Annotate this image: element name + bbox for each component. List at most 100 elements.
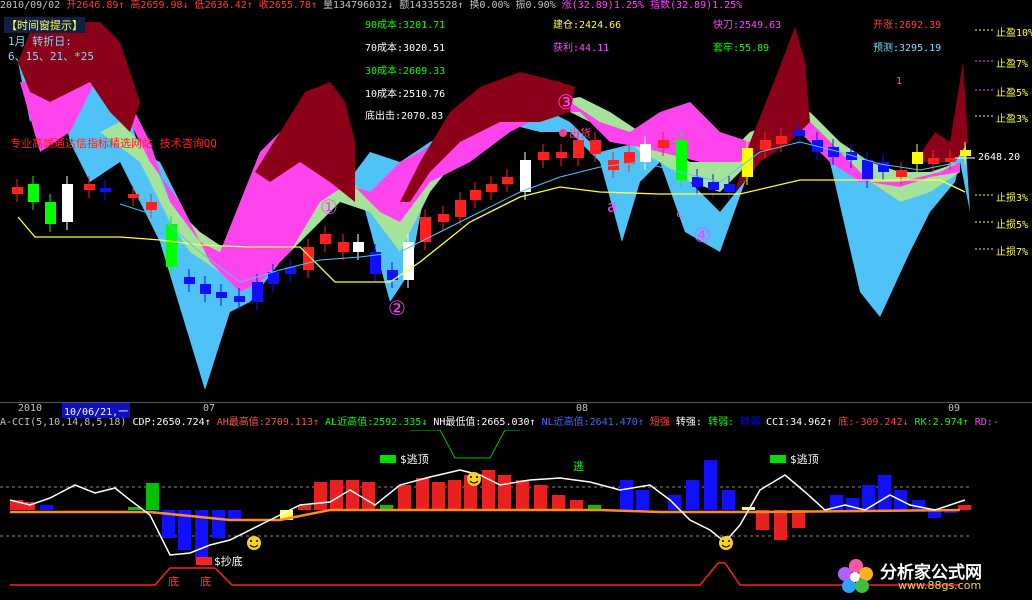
cci-bar	[212, 510, 225, 538]
indicator-field-10: CCI:34.962↑	[766, 417, 839, 428]
huoli-value: 获利:44.11	[553, 43, 610, 54]
candle-body	[538, 152, 549, 160]
candle-body	[760, 140, 771, 150]
indicator-field-9: 转弱	[740, 417, 767, 428]
cci-bar	[862, 485, 875, 510]
candle-body	[320, 234, 331, 244]
wave-label-c: c	[676, 209, 682, 220]
stop-loss-7: 止损7%	[996, 247, 1029, 258]
copy-bottom-marker	[196, 557, 212, 565]
candle-body	[268, 272, 279, 284]
site-logo: 分析家公式网 www.88gs.com	[834, 556, 1024, 596]
candle-body	[590, 140, 601, 154]
logo-url[interactable]: www.88gs.com	[898, 579, 981, 592]
bottom-signal-line	[10, 562, 960, 586]
sell-dot-icon	[559, 129, 567, 137]
quote-field-4: 收2655.78↑	[258, 0, 323, 11]
candle-body	[470, 190, 481, 200]
indicator-header[interactable]: A-CCI(5,10,14,8,5,18) CDP:2650.724↑ AH最高…	[0, 416, 1032, 430]
quote-field-6: 额14335528↑	[399, 0, 470, 11]
wave-label-2: ②	[388, 296, 406, 320]
quote-field-3: 低2636.42↑	[194, 0, 259, 11]
cci-bar	[722, 490, 735, 510]
current-price-tag: 2648.20	[978, 152, 1021, 163]
candle-body	[676, 140, 687, 180]
price-chart[interactable]: ① ② ③ ④ a b c i 出货 1 专业高端通达信指标精选网站 技术咨询Q…	[0, 12, 1032, 402]
flower-logo-icon	[838, 559, 873, 593]
candle-body	[486, 184, 497, 192]
cci-bar	[668, 495, 681, 510]
candle-body	[216, 292, 227, 298]
cci-bar	[878, 475, 891, 510]
candle-body	[928, 158, 939, 164]
cci-bar	[482, 470, 495, 510]
smiley-icon	[719, 536, 733, 550]
cci-bar	[912, 500, 925, 510]
indicator-field-6: 短强	[649, 417, 676, 428]
escape-top-label-2: $逃顶	[790, 453, 819, 466]
cci-bar	[570, 500, 583, 510]
indicator-field-4: NH最低值:2665.030↑	[433, 417, 542, 428]
cci-bar	[448, 480, 461, 510]
cci-bar	[774, 510, 787, 540]
stop-profit-7: 止盈7%	[996, 59, 1029, 70]
quote-bar: 2010/09/02 开2646.89↑ 高2659.98↓ 低2636.42↑…	[0, 0, 1032, 12]
quote-field-10: 指数(32.89)1.25%	[649, 0, 743, 11]
quote-field-8: 振0.90%	[515, 0, 562, 11]
candle-body	[146, 202, 157, 210]
bottom-label-1: 底	[168, 574, 179, 588]
wave-label-3: ③	[557, 90, 575, 114]
stop-profit-3: 止盈3%	[996, 114, 1029, 125]
candle-body	[846, 152, 857, 160]
kaizhang-value: 开涨:2692.39	[873, 20, 942, 31]
bottom-label-2: 底	[200, 574, 211, 588]
cci-bar	[516, 480, 529, 510]
indicator-field-13: RD:-	[974, 417, 999, 428]
cci-bar	[398, 485, 411, 510]
candle-body	[502, 177, 513, 184]
indicator-field-0: A-CCI(5,10,14,8,5,18)	[0, 417, 133, 428]
kuaidao-value: 快刀:2549.63	[713, 20, 782, 31]
candle-body	[45, 202, 56, 224]
cost-bands	[18, 22, 970, 390]
wave-label-i: i	[655, 118, 663, 134]
candle-body	[420, 217, 431, 242]
bottom-attack: 底出击:2070.83	[365, 111, 444, 122]
escape-top-marker-1	[380, 455, 396, 463]
candle-body	[455, 200, 466, 217]
candle-body	[184, 277, 195, 284]
cci-bar	[146, 483, 159, 510]
candle-body	[945, 158, 956, 162]
turning-day-label: 1月 转折日:	[8, 35, 72, 48]
quote-field-0: 2010/09/02	[0, 0, 67, 11]
candle-body	[776, 136, 787, 144]
stop-profit-5: 止盈5%	[996, 88, 1029, 99]
candle-body	[62, 184, 73, 222]
cci-bar	[704, 460, 717, 510]
candle-body	[692, 177, 703, 187]
cci-bar	[534, 485, 547, 510]
crimson-band-5	[915, 62, 968, 162]
copy-bottom-label: $抄底	[214, 554, 243, 568]
taolao-value: 套牢:55.89	[713, 43, 770, 54]
cci-bar	[498, 475, 511, 510]
quote-field-5: 量134796032↓	[322, 0, 400, 11]
candle-body	[100, 188, 111, 192]
escape-top-marker-2	[770, 455, 786, 463]
cost-10: 10成本:2510.76	[365, 89, 446, 100]
cci-bar	[416, 478, 429, 510]
month-09: 09	[948, 403, 961, 414]
cci-bar	[686, 480, 699, 510]
quote-field-1: 开2646.89↑	[66, 0, 131, 11]
wave-label-a: a	[607, 197, 617, 216]
cci-bar	[40, 505, 53, 510]
indicator-field-11: 底:-309.242↓	[838, 417, 915, 428]
candle-body	[658, 140, 669, 148]
candle-body	[252, 282, 263, 302]
cost-90: 90成本:3201.71	[365, 20, 446, 31]
cost-30: 30成本:2609.33	[365, 66, 446, 77]
candle-body	[234, 296, 245, 302]
candle-body	[862, 160, 873, 180]
candle-body	[828, 147, 839, 157]
wave-label-4: ④	[693, 223, 711, 247]
